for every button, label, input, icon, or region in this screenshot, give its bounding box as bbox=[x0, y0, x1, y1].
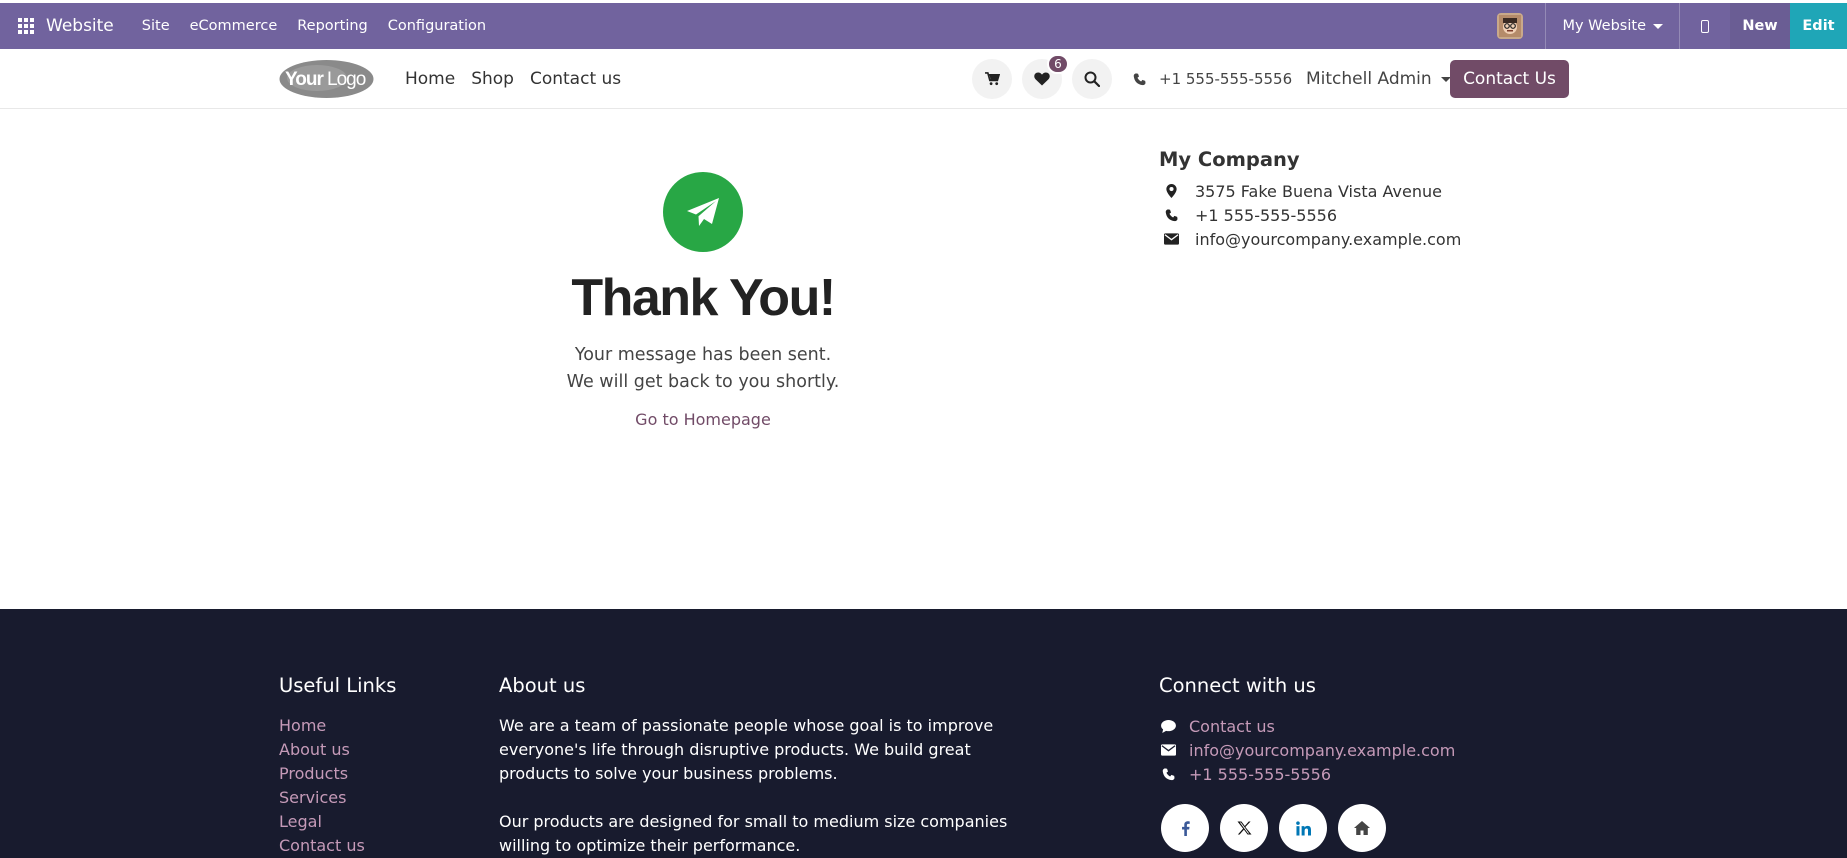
connect-email-link[interactable]: info@yourcompany.example.com bbox=[1189, 741, 1455, 760]
new-button[interactable]: New bbox=[1730, 3, 1790, 49]
admin-menu-site[interactable]: Site bbox=[142, 18, 170, 34]
admin-navbar: Website Site eCommerce Reporting Configu… bbox=[0, 3, 1847, 49]
site-header: Your Logo Home Shop Contact us 6 +1 555-… bbox=[0, 49, 1847, 109]
mobile-preview-button[interactable] bbox=[1680, 3, 1730, 49]
connect-title: Connect with us bbox=[1159, 674, 1316, 697]
user-name: Mitchell Admin bbox=[1306, 69, 1432, 89]
company-address: 3575 Fake Buena Vista Avenue bbox=[1195, 181, 1442, 201]
edit-button[interactable]: Edit bbox=[1790, 3, 1847, 49]
footer-link-contact-us[interactable]: Contact us bbox=[279, 834, 365, 858]
cart-icon bbox=[984, 72, 1000, 86]
site-footer: Useful Links Home About us Products Serv… bbox=[0, 609, 1847, 858]
svg-text:Logo: Logo bbox=[327, 69, 366, 90]
phone-icon bbox=[1133, 72, 1146, 85]
thank-you-message: Your message has been sent. We will get … bbox=[503, 342, 903, 396]
wishlist-count-badge: 6 bbox=[1047, 54, 1069, 74]
home-icon bbox=[1354, 821, 1370, 835]
apps-grid-icon[interactable] bbox=[18, 18, 34, 34]
footer-link-home[interactable]: Home bbox=[279, 714, 365, 738]
facebook-button[interactable] bbox=[1161, 804, 1209, 852]
message-line-2: We will get back to you shortly. bbox=[566, 372, 840, 392]
facebook-icon bbox=[1181, 820, 1190, 836]
about-us-text: We are a team of passionate people whose… bbox=[499, 714, 1029, 858]
connect-contact-row: Contact us bbox=[1159, 714, 1455, 738]
site-logo[interactable]: Your Logo bbox=[279, 59, 374, 99]
map-marker-icon bbox=[1159, 184, 1183, 198]
company-phone: +1 555-555-5556 bbox=[1195, 205, 1338, 225]
header-phone[interactable]: +1 555-555-5556 bbox=[1133, 49, 1292, 109]
user-avatar[interactable] bbox=[1497, 13, 1524, 39]
connect-phone-row: +1 555-555-5556 bbox=[1159, 762, 1455, 786]
footer-link-services[interactable]: Services bbox=[279, 786, 365, 810]
connect-contact-link[interactable]: Contact us bbox=[1189, 717, 1275, 736]
connect-email-row: info@yourcompany.example.com bbox=[1159, 738, 1455, 762]
search-icon bbox=[1084, 71, 1100, 87]
message-line-1: Your message has been sent. bbox=[574, 345, 832, 365]
admin-menu-configuration[interactable]: Configuration bbox=[388, 18, 486, 34]
phone-icon bbox=[1159, 208, 1183, 222]
thank-you-section: Thank You! Your message has been sent. W… bbox=[503, 172, 903, 429]
company-email-row: info@yourcompany.example.com bbox=[1159, 227, 1461, 251]
nav-home[interactable]: Home bbox=[405, 69, 455, 89]
footer-link-about-us[interactable]: About us bbox=[279, 738, 365, 762]
admin-right-controls: My Website New Edit bbox=[1497, 3, 1847, 49]
home-button[interactable] bbox=[1338, 804, 1386, 852]
useful-links-list: Home About us Products Services Legal Co… bbox=[279, 714, 365, 858]
company-name: My Company bbox=[1159, 148, 1300, 171]
heart-icon bbox=[1034, 72, 1050, 86]
connect-list: Contact us info@yourcompany.example.com … bbox=[1159, 714, 1455, 786]
mobile-icon bbox=[1701, 19, 1709, 33]
website-selector-label: My Website bbox=[1562, 18, 1646, 34]
about-us-title: About us bbox=[499, 674, 586, 697]
envelope-icon bbox=[1159, 233, 1183, 245]
thank-you-title: Thank You! bbox=[571, 269, 836, 327]
website-selector[interactable]: My Website bbox=[1546, 3, 1679, 49]
connect-phone-link[interactable]: +1 555-555-5556 bbox=[1189, 765, 1331, 784]
x-icon bbox=[1237, 821, 1251, 835]
go-to-homepage-link[interactable]: Go to Homepage bbox=[635, 410, 771, 429]
user-menu[interactable]: Mitchell Admin bbox=[1306, 49, 1451, 109]
header-phone-number: +1 555-555-5556 bbox=[1159, 70, 1293, 88]
x-twitter-button[interactable] bbox=[1220, 804, 1268, 852]
caret-down-icon bbox=[1653, 23, 1663, 29]
about-paragraph-1: We are a team of passionate people whose… bbox=[499, 716, 994, 783]
company-phone-row: +1 555-555-5556 bbox=[1159, 203, 1461, 227]
admin-menu-ecommerce[interactable]: eCommerce bbox=[190, 18, 278, 34]
footer-link-legal[interactable]: Legal bbox=[279, 810, 365, 834]
paper-plane-icon bbox=[687, 198, 719, 226]
social-links bbox=[1161, 804, 1397, 852]
contact-us-button[interactable]: Contact Us bbox=[1450, 60, 1569, 98]
nav-contact-us[interactable]: Contact us bbox=[530, 69, 621, 89]
linkedin-icon bbox=[1295, 820, 1311, 836]
useful-links-title: Useful Links bbox=[279, 674, 397, 697]
envelope-icon bbox=[1159, 744, 1177, 756]
footer-link-products[interactable]: Products bbox=[279, 762, 365, 786]
company-info: My Company 3575 Fake Buena Vista Avenue … bbox=[1159, 148, 1461, 251]
avatar-face-icon bbox=[1499, 15, 1522, 37]
svg-text:Your: Your bbox=[285, 69, 324, 90]
main-nav: Home Shop Contact us bbox=[405, 49, 637, 109]
linkedin-button[interactable] bbox=[1279, 804, 1327, 852]
search-button[interactable] bbox=[1072, 59, 1112, 99]
company-address-row: 3575 Fake Buena Vista Avenue bbox=[1159, 179, 1461, 203]
phone-icon bbox=[1159, 767, 1177, 781]
wishlist-button[interactable]: 6 bbox=[1022, 54, 1069, 99]
admin-menu-reporting[interactable]: Reporting bbox=[297, 18, 368, 34]
admin-app-title[interactable]: Website bbox=[46, 16, 114, 36]
company-email: info@yourcompany.example.com bbox=[1195, 229, 1462, 249]
send-confirmation-badge bbox=[663, 172, 743, 252]
comment-icon bbox=[1159, 719, 1177, 733]
about-paragraph-2: Our products are designed for small to m… bbox=[499, 812, 1008, 855]
cart-button[interactable] bbox=[972, 59, 1012, 99]
nav-shop[interactable]: Shop bbox=[471, 69, 514, 89]
